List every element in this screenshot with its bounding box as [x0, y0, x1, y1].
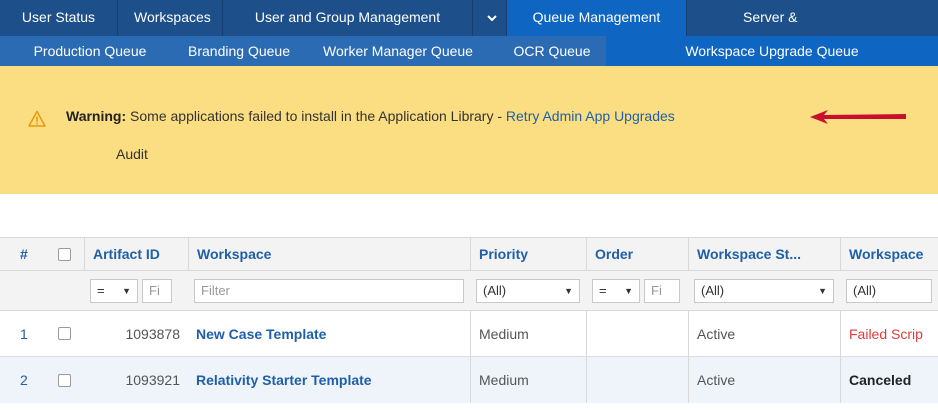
- workspace-name-link[interactable]: New Case Template: [196, 326, 326, 342]
- dropdown-caret-icon: ▼: [122, 285, 131, 296]
- red-arrow-icon: [810, 110, 906, 124]
- header-order[interactable]: Order: [586, 238, 688, 270]
- warning-label: Warning:: [66, 108, 127, 124]
- tab-server[interactable]: Server &: [687, 0, 938, 36]
- artifact-id: 1093878: [125, 325, 180, 342]
- order-filter-input[interactable]: Fi: [644, 278, 680, 303]
- subtab-workspace-upgrade-queue[interactable]: Workspace Upgrade Queue: [606, 36, 938, 66]
- chevron-down-icon: [487, 15, 497, 22]
- select-all-checkbox[interactable]: [57, 247, 71, 261]
- artifact-id: 1093921: [125, 372, 180, 388]
- workspace-status-value: Active: [697, 325, 736, 342]
- row-checkbox[interactable]: [57, 327, 71, 340]
- sub-navigation: Production Queue Branding Queue Worker M…: [0, 36, 938, 66]
- audit-button[interactable]: Audit: [116, 146, 148, 162]
- retry-admin-app-upgrades-link[interactable]: Retry Admin App Upgrades: [506, 108, 675, 124]
- artifact-id-operator-select[interactable]: = ▼: [90, 278, 138, 303]
- header-workspace-status[interactable]: Workspace St...: [688, 238, 840, 270]
- warning-message: Warning: Some applications failed to ins…: [66, 106, 675, 126]
- grid-header-row: # Artifact ID Workspace Priority Order W…: [0, 237, 938, 271]
- order-operator-select[interactable]: = ▼: [592, 278, 640, 303]
- tab-user-and-group-management[interactable]: User and Group Management: [223, 0, 473, 36]
- priority-filter-select[interactable]: (All) ▼: [476, 278, 580, 303]
- priority-value: Medium: [479, 325, 529, 342]
- select-all-cell: [44, 238, 84, 270]
- tab-queue-management[interactable]: Queue Management: [507, 0, 687, 36]
- header-priority[interactable]: Priority: [470, 238, 586, 270]
- artifact-id-filter-input[interactable]: Fi: [142, 278, 172, 303]
- header-number: #: [20, 246, 28, 262]
- upgrade-status-value: Canceled: [849, 372, 912, 388]
- subtab-branding-queue[interactable]: Branding Queue: [180, 36, 298, 66]
- warning-banner: Warning: Some applications failed to ins…: [0, 66, 938, 194]
- tab-workspaces[interactable]: Workspaces: [118, 0, 223, 36]
- workspace-name-link[interactable]: Relativity Starter Template: [196, 372, 372, 388]
- workspace-status-value: Active: [697, 372, 736, 388]
- header-artifact-id[interactable]: Artifact ID: [84, 238, 188, 270]
- warning-text: Some applications failed to install in t…: [126, 108, 506, 124]
- priority-value: Medium: [479, 372, 529, 388]
- dropdown-caret-icon: ▼: [624, 285, 633, 296]
- order-filter: = ▼ Fi: [586, 271, 688, 310]
- workspace-upgrade-status-filter-select[interactable]: (All): [846, 278, 932, 303]
- row-number[interactable]: 2: [20, 372, 28, 388]
- dropdown-caret-icon: ▼: [564, 285, 573, 296]
- table-row[interactable]: 2 1093921 Relativity Starter Template Me…: [0, 357, 938, 403]
- more-tabs-dropdown[interactable]: [473, 0, 507, 36]
- grid-filter-row: = ▼ Fi Filter (All) ▼ = ▼ Fi (All) ▼ (All): [0, 271, 938, 311]
- subtab-ocr-queue[interactable]: OCR Queue: [498, 36, 606, 66]
- warning-icon: [28, 110, 46, 127]
- header-workspace[interactable]: Workspace: [188, 238, 470, 270]
- tab-user-status[interactable]: User Status: [0, 0, 118, 36]
- upgrade-status-value: Failed Scrip: [849, 325, 923, 342]
- dropdown-caret-icon: ▼: [818, 285, 827, 296]
- top-navigation: User Status Workspaces User and Group Ma…: [0, 0, 938, 36]
- subtab-production-queue[interactable]: Production Queue: [0, 36, 180, 66]
- workspace-status-filter-select[interactable]: (All) ▼: [694, 278, 834, 303]
- subtab-worker-manager-queue[interactable]: Worker Manager Queue: [298, 36, 498, 66]
- table-row[interactable]: 1 1093878 New Case Template Medium Activ…: [0, 311, 938, 357]
- row-checkbox[interactable]: [57, 373, 71, 387]
- workspace-filter-input[interactable]: Filter: [194, 278, 464, 303]
- header-workspace-upgrade-status[interactable]: Workspace: [840, 238, 938, 270]
- artifact-id-filter: = ▼ Fi: [84, 271, 188, 310]
- row-number[interactable]: 1: [20, 326, 28, 342]
